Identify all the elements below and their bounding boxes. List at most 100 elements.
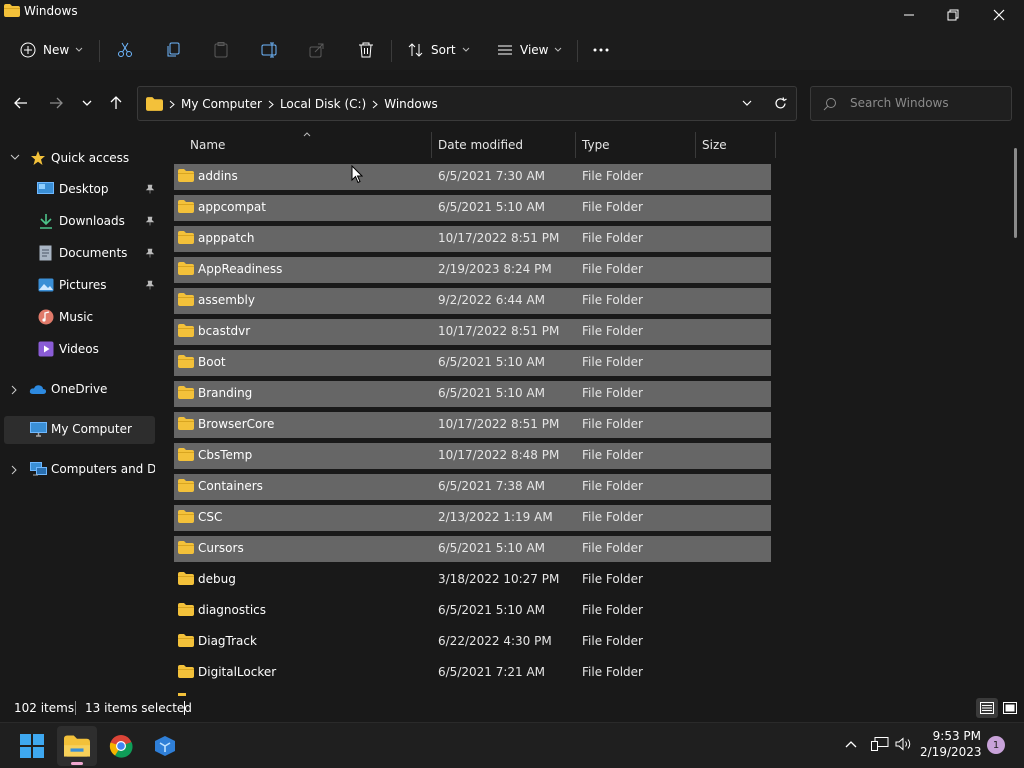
taskbar-chrome[interactable] [101,723,141,768]
sidebar-item-my-computer[interactable]: My Computer [4,416,155,444]
taskbar-file-explorer[interactable] [57,726,97,766]
chrome-icon [109,735,133,758]
file-row[interactable]: diagnostics 6/5/2021 5:10 AM File Folder [174,598,771,624]
network-status-icon[interactable] [871,737,889,751]
file-row[interactable]: apppatch 10/17/2022 8:51 PM File Folder [174,226,771,252]
folder-icon [178,510,194,523]
view-list-icon [498,45,512,55]
share-button[interactable] [309,30,325,70]
chevron-down-icon[interactable] [10,153,20,161]
folder-icon [178,634,194,647]
file-row[interactable]: addins 6/5/2021 7:30 AM File Folder [174,164,771,190]
sidebar-item-downloads[interactable]: Downloads [4,208,155,236]
file-row[interactable]: DiagTrack 6/22/2022 4:30 PM File Folder [174,629,771,655]
sidebar-item-network[interactable]: Computers and Devices [4,456,155,484]
sidebar-item-desktop[interactable]: Desktop [4,176,155,204]
file-row[interactable]: CSC 2/13/2022 1:19 AM File Folder [174,505,771,531]
file-row[interactable]: Boot 6/5/2021 5:10 AM File Folder [174,350,771,376]
file-type: File Folder [582,293,643,307]
forward-button[interactable] [42,89,70,117]
sidebar-item-music[interactable]: Music [4,304,155,332]
address-history-button[interactable] [733,89,761,117]
paste-button[interactable] [213,30,229,70]
file-type: File Folder [582,479,643,493]
folder-icon [178,665,194,678]
file-type: File Folder [582,541,643,555]
column-divider[interactable] [431,132,432,158]
file-row[interactable]: bcastdvr 10/17/2022 8:51 PM File Folder [174,319,771,345]
column-divider[interactable] [575,132,576,158]
divider [391,40,392,62]
file-name: apppatch [198,231,255,245]
file-row[interactable]: Branding 6/5/2021 5:10 AM File Folder [174,381,771,407]
refresh-button[interactable] [766,89,794,117]
file-date-modified: 2/13/2022 1:19 AM [438,510,553,524]
file-row[interactable]: CbsTemp 10/17/2022 8:48 PM File Folder [174,443,771,469]
breadcrumb-my-computer[interactable]: My Computer [181,97,262,111]
folder-icon [146,97,163,111]
file-type: File Folder [582,510,643,524]
share-icon [309,43,324,58]
pin-icon[interactable] [145,184,155,194]
volume-icon[interactable] [895,737,913,751]
clock-date[interactable]: 2/19/2023 [920,745,982,759]
details-view-button[interactable] [976,698,998,718]
restore-button[interactable] [930,0,976,30]
file-type: File Folder [582,324,643,338]
notification-badge[interactable]: 1 [987,736,1005,754]
file-row[interactable]: DigitalLocker 6/5/2021 7:21 AM File Folder [174,660,771,686]
pin-icon[interactable] [145,216,155,226]
divider [99,40,100,62]
sidebar-item-pictures[interactable]: Pictures [4,272,155,300]
column-header-type[interactable]: Type [582,138,610,152]
file-row[interactable]: BrowserCore 10/17/2022 8:51 PM File Folder [174,412,771,438]
start-button[interactable] [12,723,52,768]
taskbar-app[interactable] [145,723,185,768]
column-divider[interactable] [775,132,776,158]
pin-icon[interactable] [145,248,155,258]
sidebar-quick-access[interactable]: Quick access [51,151,129,165]
file-row[interactable]: AppReadiness 2/19/2023 8:24 PM File Folder [174,257,771,283]
sidebar-item-videos[interactable]: Videos [4,336,155,364]
chevron-down-icon [82,100,92,106]
sort-button[interactable]: Sort [408,30,470,70]
close-button[interactable] [976,0,1022,30]
recent-locations-button[interactable] [73,89,101,117]
file-row[interactable]: assembly 9/2/2022 6:44 AM File Folder [174,288,771,314]
more-options-button[interactable] [593,30,609,70]
new-button[interactable]: New [20,30,83,70]
column-header-name[interactable]: Name [190,138,225,152]
chevron-up-icon[interactable] [845,740,857,748]
sidebar-item-label: Documents [59,246,128,260]
back-button[interactable] [7,89,35,117]
tiles-view-button[interactable] [999,698,1021,718]
cut-button[interactable] [117,30,133,70]
pin-icon[interactable] [145,280,155,290]
file-date-modified: 6/5/2021 7:38 AM [438,479,546,493]
minimize-button[interactable] [886,0,932,30]
column-header-date[interactable]: Date modified [438,138,523,152]
file-row[interactable]: Containers 6/5/2021 7:38 AM File Folder [174,474,771,500]
breadcrumb-windows[interactable]: Windows [384,97,438,111]
clock-time[interactable]: 9:53 PM [920,729,981,743]
column-header-size[interactable]: Size [702,138,727,152]
file-date-modified: 6/5/2021 5:10 AM [438,386,546,400]
file-row[interactable]: appcompat 6/5/2021 5:10 AM File Folder [174,195,771,221]
delete-button[interactable] [358,30,374,70]
vertical-scrollbar[interactable] [1014,148,1017,238]
up-button[interactable] [102,89,130,117]
music-icon [38,309,54,325]
copy-button[interactable] [166,30,182,70]
file-date-modified: 10/17/2022 8:51 PM [438,417,560,431]
chevron-down-icon [75,47,83,52]
file-row[interactable]: debug 3/18/2022 10:27 PM File Folder [174,567,771,593]
breadcrumb-local-disk[interactable]: Local Disk (C:) [280,97,366,111]
rename-button[interactable] [261,30,279,70]
view-button[interactable]: View [497,30,562,70]
sidebar-item-onedrive[interactable]: OneDrive [4,376,155,404]
sidebar-item-documents[interactable]: Documents [4,240,155,268]
column-divider[interactable] [695,132,696,158]
document-icon [39,245,52,261]
folder-icon [178,262,194,275]
file-row[interactable]: Cursors 6/5/2021 5:10 AM File Folder [174,536,771,562]
